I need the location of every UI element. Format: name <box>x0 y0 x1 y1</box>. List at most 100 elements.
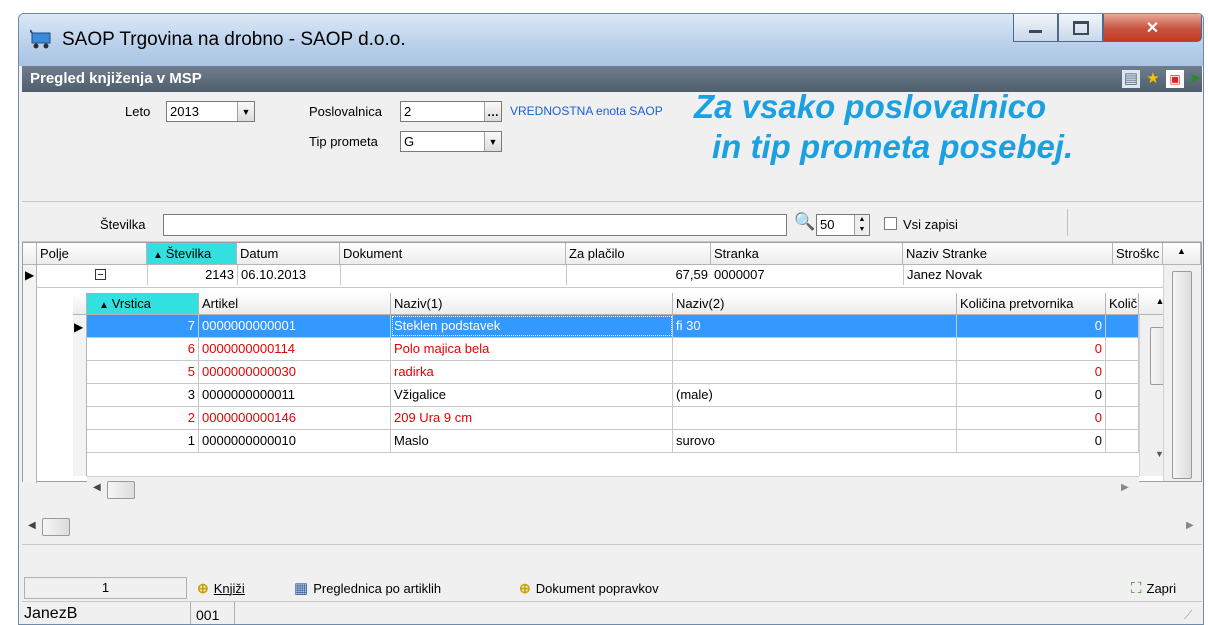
scroll-up-icon[interactable]: ▲ <box>1163 243 1201 265</box>
line-artikel: 0000000000030 <box>199 361 391 383</box>
line-artikel: 0000000000146 <box>199 407 391 429</box>
line-naziv1: Polo majica bela <box>391 338 673 360</box>
maximize-button[interactable] <box>1058 14 1103 42</box>
title-bar[interactable]: SAOP Trgovina na drobno - SAOP d.o.o. ✕ <box>19 14 1203 66</box>
overlay-text-line1: Za vsako poslovalnico <box>694 88 1047 125</box>
current-row-indicator-icon: ▶ <box>25 268 35 282</box>
scroll-left-icon[interactable]: ◀ <box>93 482 101 493</box>
vsi-zapisi-label: Vsi zapisi <box>903 217 958 232</box>
close-document-icon[interactable]: ▣ <box>1166 70 1184 88</box>
header-artikel[interactable]: Artikel <box>199 293 391 315</box>
minimize-button[interactable] <box>1013 14 1058 42</box>
line-vrstica: 3 <box>87 384 199 406</box>
knjizi-button[interactable]: ⊕ Knjiži <box>197 577 245 599</box>
line-vrstica: 1 <box>87 430 199 452</box>
collapse-icon[interactable]: − <box>95 269 106 281</box>
scroll-right-icon[interactable]: ▶ <box>1121 482 1129 493</box>
stevilka-search-input[interactable] <box>163 214 787 236</box>
lines-horizontal-scrollbar[interactable]: ◀ ▶ <box>87 476 1139 503</box>
line-row[interactable]: 1 0000000000010 Maslo surovo 0 <box>87 430 1139 453</box>
tip-prometa-select[interactable]: G ▼ <box>400 131 502 152</box>
line-row[interactable]: 2 0000000000146 209 Ura 9 cm 0 <box>87 407 1139 430</box>
limit-value: 50 <box>820 217 835 232</box>
maximize-icon <box>1072 20 1089 35</box>
line-vrstica: 5 <box>87 361 199 383</box>
header-polje[interactable]: Polje <box>37 243 147 265</box>
line-artikel: 0000000000001 <box>199 315 391 337</box>
chevron-down-icon[interactable]: ▼ <box>484 132 501 151</box>
posting-stevilka: 2143 <box>147 265 237 285</box>
line-row[interactable]: 6 0000000000114 Polo majica bela 0 <box>87 338 1139 361</box>
poslovalnica-value: 2 <box>404 104 412 119</box>
line-row[interactable]: 7 0000000000001 Steklen podstavek fi 30 … <box>87 315 1139 338</box>
postings-grid[interactable]: Polje ▲ Številka Datum Dokument Za plači… <box>22 242 1202 503</box>
sort-ascending-icon: ▲ <box>153 250 166 261</box>
separator <box>1067 209 1068 236</box>
posting-za-placilo: 67,59 <box>566 265 711 285</box>
header-kolicina-pretvornika[interactable]: Količina pretvornika <box>957 293 1106 315</box>
header-stroskovno[interactable]: Stroškc <box>1113 243 1163 265</box>
lines-grid[interactable]: ▲ Vrstica Artikel Naziv(1) Naziv(2) Koli… <box>73 293 1182 503</box>
preglednica-button[interactable]: ▦ Preglednica po artiklih <box>294 577 441 599</box>
line-naziv2 <box>673 407 957 429</box>
header-stevilka[interactable]: ▲ Številka <box>147 243 237 265</box>
table-icon: ▦ <box>294 580 309 597</box>
header-datum[interactable]: Datum <box>237 243 340 265</box>
status-code: 001 <box>196 607 220 623</box>
posting-row[interactable]: − 2143 06.10.2013 67,59 0000007 Janez No… <box>37 265 1163 288</box>
zapri-button[interactable]: ⛶ Zapri <box>1131 577 1176 599</box>
header-za-placilo[interactable]: Za plačilo <box>566 243 711 265</box>
header-naziv1[interactable]: Naziv(1) <box>391 293 673 315</box>
postings-vertical-scrollbar[interactable] <box>1163 265 1201 481</box>
scrollbar-thumb[interactable] <box>42 518 70 536</box>
scroll-right-icon[interactable]: ▶ <box>1186 520 1194 531</box>
chevron-down-icon[interactable]: ▼ <box>237 102 254 121</box>
form-title: Pregled knjiženja v MSP <box>30 70 202 87</box>
line-vrstica: 6 <box>87 338 199 360</box>
header-naziv-stranke[interactable]: Naziv Stranke <box>903 243 1113 265</box>
window-title: SAOP Trgovina na drobno - SAOP d.o.o. <box>62 29 406 50</box>
header-dokument[interactable]: Dokument <box>340 243 566 265</box>
header-stranka[interactable]: Stranka <box>711 243 903 265</box>
line-naziv2 <box>673 338 957 360</box>
scrollbar-thumb[interactable] <box>1172 271 1192 479</box>
close-button[interactable]: ✕ <box>1103 14 1202 42</box>
header-kolicina[interactable]: Količ <box>1106 293 1139 315</box>
posting-stranka: 0000007 <box>714 267 765 282</box>
search-row: Številka 🔍 50 ▲ ▼ Vsi zapisi <box>22 202 1202 242</box>
line-naziv2: (male) <box>673 384 957 406</box>
line-row[interactable]: 3 0000000000011 Vžigalice (male) 0 <box>87 384 1139 407</box>
posting-dokument <box>340 265 566 285</box>
line-row[interactable]: 5 0000000000030 radirka 0 <box>87 361 1139 384</box>
search-icon[interactable]: 🔍 <box>794 212 815 232</box>
door-exit-icon: ⛶ <box>1131 579 1142 597</box>
postings-horizontal-scrollbar[interactable]: ◀ ▶ <box>22 514 1202 540</box>
limit-stepper[interactable]: 50 ▲ ▼ <box>816 214 870 236</box>
overlay-text-line2: in tip prometa posebej. <box>712 128 1074 165</box>
ellipsis-icon[interactable]: … <box>484 102 501 121</box>
exit-icon[interactable]: ➤ <box>1186 70 1203 88</box>
line-kolicina-extra <box>1106 361 1139 383</box>
dokument-popravkov-button[interactable]: ⊕ Dokument popravkov <box>519 577 659 599</box>
line-naziv2 <box>673 361 957 383</box>
leto-select[interactable]: 2013 ▼ <box>166 101 255 122</box>
scrollbar-thumb[interactable] <box>107 481 135 499</box>
scroll-left-icon[interactable]: ◀ <box>28 520 36 531</box>
divider <box>22 544 1202 545</box>
grid-settings-icon[interactable]: ▤ <box>1122 70 1140 88</box>
header-vrstica[interactable]: ▲ Vrstica <box>87 293 199 315</box>
stevilka-label: Številka <box>100 217 146 232</box>
resize-grip-icon[interactable]: ⟋ <box>1184 608 1192 623</box>
header-stevilka-label: Številka <box>165 246 212 261</box>
poslovalnica-field[interactable]: 2 … <box>400 101 502 122</box>
vsi-zapisi-checkbox[interactable] <box>884 217 897 230</box>
favorite-star-icon[interactable]: ★ <box>1144 70 1162 88</box>
cart-icon <box>29 28 54 50</box>
line-kolicina: 0 <box>957 338 1106 360</box>
line-naziv1[interactable]: Steklen podstavek <box>391 315 673 337</box>
spin-arrows-icon[interactable]: ▲ ▼ <box>854 215 869 235</box>
line-vrstica: 2 <box>87 407 199 429</box>
leto-value: 2013 <box>170 104 199 119</box>
line-kolicina-extra <box>1106 315 1139 337</box>
header-naziv2[interactable]: Naziv(2) <box>673 293 957 315</box>
